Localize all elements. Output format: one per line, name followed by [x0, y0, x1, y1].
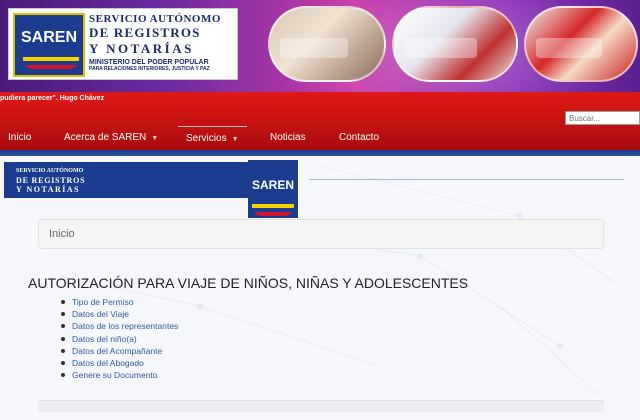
main-nav: Inicio Acerca de SAREN ▼ Servicios ▼ Notic… — [0, 126, 640, 150]
step-label: Datos de los representantes — [72, 321, 179, 332]
site-header: SAREN SERVICIO AUTÓNOMO DE REGISTROS Y N… — [0, 0, 640, 92]
step-link-genere-documento[interactable]: Genere su Documento — [58, 369, 178, 381]
nav-item-inicio[interactable]: Inicio — [8, 126, 31, 150]
step-link-datos-viaje[interactable]: Datos del Viaje — [58, 308, 178, 320]
step-label: Datos del Acompañante — [72, 345, 163, 356]
step-link-abogado[interactable]: Datos del Abogado — [58, 357, 178, 369]
venezuela-flag-icon — [23, 57, 79, 69]
logo-line-1: SERVICIO AUTÓNOMO — [89, 13, 221, 25]
divider — [310, 179, 624, 180]
saren-logo[interactable]: SAREN SERVICIO AUTÓNOMO DE REGISTROS Y N… — [8, 8, 238, 80]
content-footer-bar — [38, 400, 604, 412]
bullet-icon — [61, 348, 65, 353]
logo-line-3: Y NOTARÍAS — [89, 41, 194, 56]
navigation-band: pudiera parecer". Hugo Chávez Inicio Ace… — [0, 92, 640, 150]
logo-line-2: DE REGISTROS — [89, 25, 201, 40]
bullet-icon — [61, 336, 65, 341]
nav-item-label: Noticias — [270, 132, 306, 143]
bullet-icon — [61, 300, 65, 304]
step-label: Datos del Viaje — [72, 309, 130, 320]
step-link-tipo-permiso[interactable]: Tipo de Permiso — [58, 296, 178, 308]
venezuela-flag-icon — [252, 204, 294, 216]
search-input[interactable] — [565, 111, 640, 125]
banner-text: SERVICIO AUTÓNOMO DE REGISTROS Y NOTARÍA… — [16, 167, 85, 194]
step-label: Genere su Documento — [72, 370, 158, 381]
nav-item-acerca[interactable]: Acerca de SAREN ▼ — [64, 126, 158, 150]
banner-badge: SAREN — [248, 160, 298, 218]
bullet-icon — [61, 373, 65, 378]
step-link-datos-nino[interactable]: Datos del niño(a) — [58, 333, 178, 345]
bullet-icon — [61, 312, 65, 317]
step-link-acompanante[interactable]: Datos del Acompañante — [58, 345, 178, 357]
nav-item-noticias[interactable]: Noticias — [270, 126, 306, 150]
nav-item-label: Acerca de SAREN — [64, 132, 147, 143]
nav-item-label: Contacto — [339, 132, 380, 143]
nav-item-contacto[interactable]: Contacto — [339, 126, 379, 150]
step-label: Tipo de Permiso — [72, 297, 134, 307]
breadcrumb: Inicio — [38, 219, 604, 249]
saren-badge-text: SAREN — [20, 29, 77, 46]
banner-line-3: Y NOTARÍAS — [16, 185, 81, 194]
step-label: Datos del niño(a) — [72, 333, 137, 344]
nav-item-servicios[interactable]: Servicios ▼ — [178, 126, 247, 150]
header-photo-documents — [268, 6, 386, 82]
breadcrumb-item-inicio[interactable]: Inicio — [49, 228, 75, 240]
steps-list: Tipo de Permiso Datos del Viaje Datos de… — [58, 296, 178, 381]
logo-line-5: PARA RELACIONES INTERIORES, JUSTICIA Y P… — [89, 66, 210, 72]
bullet-icon — [61, 360, 65, 365]
step-label: Datos del Abogado — [72, 357, 144, 368]
header-photo-registry-office — [392, 6, 518, 82]
page-title: AUTORIZACIÓN PARA VIAJE DE NIÑOS, NIÑAS … — [28, 275, 469, 291]
banner-line-1: SERVICIO AUTÓNOMO — [16, 168, 84, 174]
bullet-icon — [61, 324, 65, 329]
banner-line-2: DE REGISTROS — [16, 176, 86, 185]
banner-badge-text: SAREN — [251, 178, 294, 192]
chevron-down-icon: ▼ — [151, 135, 159, 142]
step-link-representantes[interactable]: Datos de los representantes — [58, 320, 178, 332]
logo-text: SERVICIO AUTÓNOMO DE REGISTROS Y NOTARÍA… — [89, 13, 235, 72]
header-quote: pudiera parecer". Hugo Chávez — [0, 95, 105, 102]
nav-item-label: Servicios — [186, 133, 227, 144]
header-photo-staff — [524, 6, 638, 82]
saren-badge: SAREN — [13, 13, 85, 77]
chevron-down-icon: ▼ — [231, 136, 239, 143]
content-area: SERVICIO AUTÓNOMO DE REGISTROS Y NOTARÍA… — [0, 156, 640, 420]
logo-line-4: MINISTERIO DEL PODER POPULAR — [89, 59, 209, 66]
banner-strip: SERVICIO AUTÓNOMO DE REGISTROS Y NOTARÍA… — [4, 162, 248, 198]
nav-item-label: Inicio — [8, 132, 32, 143]
saren-banner: SERVICIO AUTÓNOMO DE REGISTROS Y NOTARÍA… — [4, 160, 298, 218]
